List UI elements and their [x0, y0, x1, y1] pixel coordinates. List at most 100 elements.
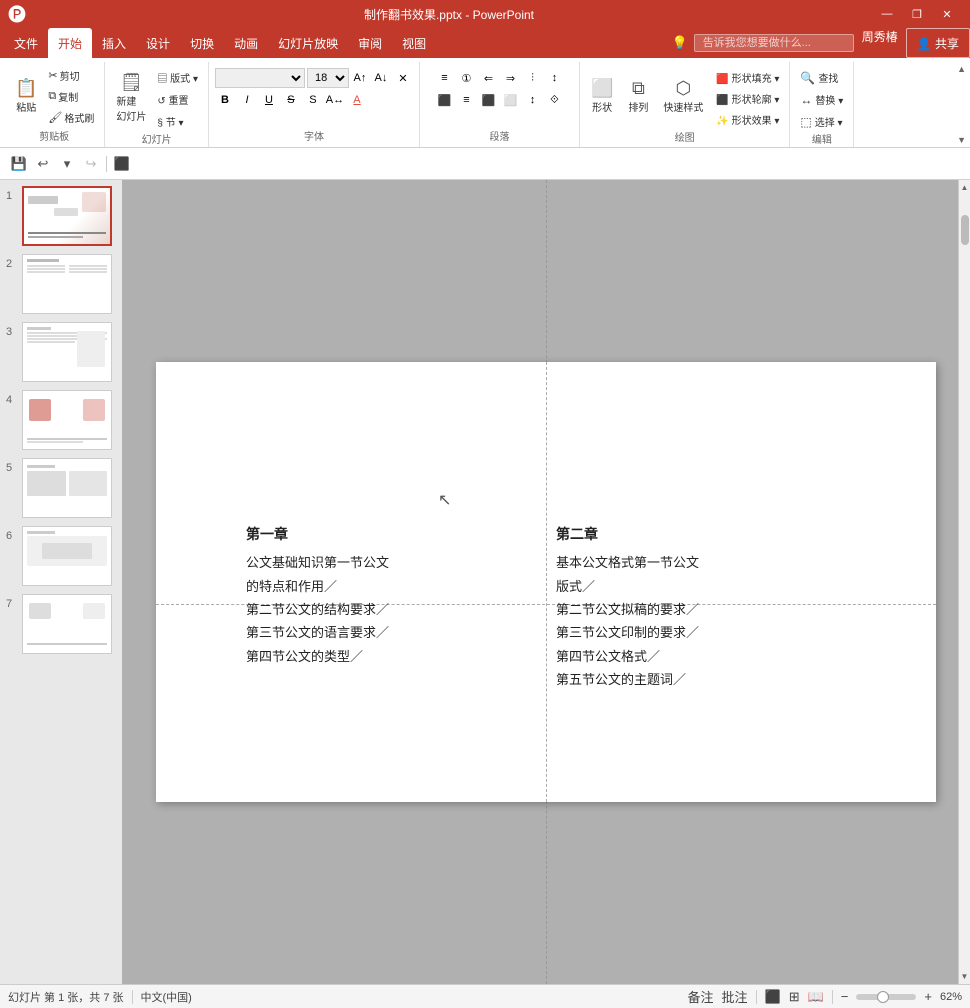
ribbon-group-font: 18 A↑ A↓ ✕ B I U S S A↔ A 字体	[209, 62, 420, 147]
arrange-button[interactable]: ⧉ 排列	[622, 69, 654, 125]
undo-button[interactable]: ↩	[32, 153, 54, 175]
zoom-out-button[interactable]: −	[841, 989, 849, 1004]
menu-bar: 文件 开始 插入 设计 切换 动画 幻灯片放映 审阅 视图 💡 周秀椿 👤 共享	[0, 28, 970, 58]
line-spacing-button[interactable]: ↕	[522, 90, 542, 110]
chapter2-line3: 第二节公文拟稿的要求／	[556, 598, 699, 621]
canvas-area: 第一章 公文基础知识第一节公文 的特点和作用／ 第二节公文的结构要求／ 第三节公…	[122, 180, 970, 984]
search-input[interactable]	[694, 34, 854, 52]
section-button[interactable]: § 节 ▾	[153, 112, 202, 131]
view-slide-sorter-button[interactable]: ⊞	[789, 989, 800, 1005]
chapter2-title: 第二章	[556, 522, 699, 547]
text-direction-button[interactable]: ↕	[544, 68, 564, 88]
restore-button[interactable]: ❐	[902, 4, 932, 24]
new-slide-button[interactable]: 🗒 新建幻灯片	[111, 70, 151, 126]
save-button[interactable]: 💾	[8, 153, 30, 175]
chapter2-line4: 第三节公文印制的要求／	[556, 621, 699, 644]
ribbon-scroll-up[interactable]: ▲	[957, 64, 966, 74]
main-area: 1 2	[0, 180, 970, 984]
customize-icon: ⬛	[114, 156, 130, 172]
clear-format-button[interactable]: ✕	[393, 68, 413, 88]
slide-thumb-6[interactable]: 6	[4, 524, 118, 588]
share-button[interactable]: 👤 共享	[906, 28, 970, 58]
zoom-in-button[interactable]: +	[924, 989, 932, 1004]
slide-thumb-5[interactable]: 5	[4, 456, 118, 520]
slides-buttons: 🗒 新建幻灯片 ▤ 版式 ▾ ↺ 重置 § 节 ▾	[111, 64, 202, 131]
align-center-button[interactable]: ≡	[456, 90, 476, 110]
bold-button[interactable]: B	[215, 90, 235, 110]
shape-button[interactable]: ⬜ 形状	[586, 69, 618, 125]
menu-transitions[interactable]: 切换	[180, 28, 224, 58]
menu-review[interactable]: 审阅	[348, 28, 392, 58]
slide-thumb-4[interactable]: 4	[4, 388, 118, 452]
select-button[interactable]: ⬚ 选择 ▾	[796, 112, 847, 131]
find-button[interactable]: 🔍 查找	[796, 68, 847, 87]
share-icon: 👤	[917, 37, 932, 51]
char-spacing-button[interactable]: A↔	[325, 90, 345, 110]
indent-increase-button[interactable]: ⇒	[500, 68, 520, 88]
copy-button[interactable]: ⧉ 复制	[44, 87, 98, 106]
font-size-increase[interactable]: A↑	[350, 68, 370, 88]
shape-effects-button[interactable]: ✨ 形状效果 ▾	[712, 110, 783, 129]
replace-button[interactable]: ↔ 替换 ▾	[796, 90, 847, 109]
align-right-button[interactable]: ⬛	[478, 90, 498, 110]
shape-outline-button[interactable]: ⬛ 形状轮廓 ▾	[712, 89, 783, 108]
undo-dropdown[interactable]: ▾	[56, 153, 78, 175]
view-reading-button[interactable]: 📖	[808, 989, 824, 1005]
font-family-select[interactable]	[215, 68, 305, 88]
scroll-down-button[interactable]: ▼	[961, 969, 969, 984]
window-title: 制作翻书效果.pptx - PowerPoint	[364, 6, 534, 23]
zoom-level[interactable]: 62%	[940, 991, 962, 1003]
chapter2-line1: 基本公文格式第一节公文	[556, 551, 699, 574]
scroll-up-button[interactable]: ▲	[961, 180, 969, 195]
slide-thumb-7[interactable]: 7	[4, 592, 118, 656]
numbering-button[interactable]: ①	[456, 68, 476, 88]
format-painter-button[interactable]: 🖌 格式刷	[44, 108, 98, 127]
column-button[interactable]: ⫶	[522, 68, 542, 88]
slide-thumb-1[interactable]: 1	[4, 184, 118, 248]
menu-home[interactable]: 开始	[48, 28, 92, 58]
justify-button[interactable]: ⬜	[500, 90, 520, 110]
ribbon-scroll-down[interactable]: ▼	[957, 135, 966, 145]
status-bar: 幻灯片 第 1 张，共 7 张 中文(中国) 备注 批注 ⬛ ⊞ 📖 − + 6…	[0, 984, 970, 1008]
menu-view[interactable]: 视图	[392, 28, 436, 58]
layout-button[interactable]: ▤ 版式 ▾	[153, 68, 202, 87]
font-size-decrease[interactable]: A↓	[371, 68, 391, 88]
minimize-button[interactable]: —	[872, 4, 902, 24]
scroll-thumb[interactable]	[961, 215, 969, 245]
menu-file[interactable]: 文件	[4, 28, 48, 58]
menu-slideshow[interactable]: 幻灯片放映	[268, 28, 348, 58]
convert-smartart-button[interactable]: ⟐	[544, 90, 564, 110]
italic-button[interactable]: I	[237, 90, 257, 110]
shape-fill-button[interactable]: 🟥 形状填充 ▾	[712, 68, 783, 87]
reset-button[interactable]: ↺ 重置	[153, 90, 202, 109]
para-row2: ⬛ ≡ ⬛ ⬜ ↕ ⟐	[434, 90, 564, 110]
menu-animations[interactable]: 动画	[224, 28, 268, 58]
comments-button[interactable]: 批注	[721, 987, 747, 1006]
redo-button[interactable]: ↪	[80, 153, 102, 175]
notes-button[interactable]: 备注	[687, 987, 713, 1006]
underline-button[interactable]: U	[259, 90, 279, 110]
menu-design[interactable]: 设计	[136, 28, 180, 58]
align-left-button[interactable]: ⬛	[434, 90, 454, 110]
cut-button[interactable]: ✂ 剪切	[44, 66, 98, 85]
slide-thumb-3[interactable]: 3	[4, 320, 118, 384]
strikethrough-button[interactable]: S	[281, 90, 301, 110]
font-color-button[interactable]: A	[347, 90, 367, 110]
slide-canvas[interactable]: 第一章 公文基础知识第一节公文 的特点和作用／ 第二节公文的结构要求／ 第三节公…	[156, 362, 936, 802]
chapter2-line2: 版式／	[556, 575, 699, 598]
font-size-select[interactable]: 18	[307, 68, 349, 88]
zoom-slider-thumb[interactable]	[877, 991, 889, 1003]
menu-insert[interactable]: 插入	[92, 28, 136, 58]
quick-styles-button[interactable]: ⬡ 快速样式	[658, 69, 708, 125]
zoom-slider[interactable]	[856, 994, 916, 1000]
indent-decrease-button[interactable]: ⇐	[478, 68, 498, 88]
bullets-button[interactable]: ≡	[434, 68, 454, 88]
slide-thumb-2[interactable]: 2	[4, 252, 118, 316]
customize-button[interactable]: ⬛	[111, 153, 133, 175]
ribbon-group-slides: 🗒 新建幻灯片 ▤ 版式 ▾ ↺ 重置 § 节 ▾ 幻灯片	[105, 62, 209, 147]
shadow-button[interactable]: S	[303, 90, 323, 110]
view-normal-button[interactable]: ⬛	[765, 989, 781, 1005]
paste-button[interactable]: 📋 粘贴	[10, 68, 42, 124]
ribbon: 📋 粘贴 ✂ 剪切 ⧉ 复制 🖌 格式刷 剪贴板	[0, 58, 970, 148]
close-button[interactable]: ✕	[932, 4, 962, 24]
